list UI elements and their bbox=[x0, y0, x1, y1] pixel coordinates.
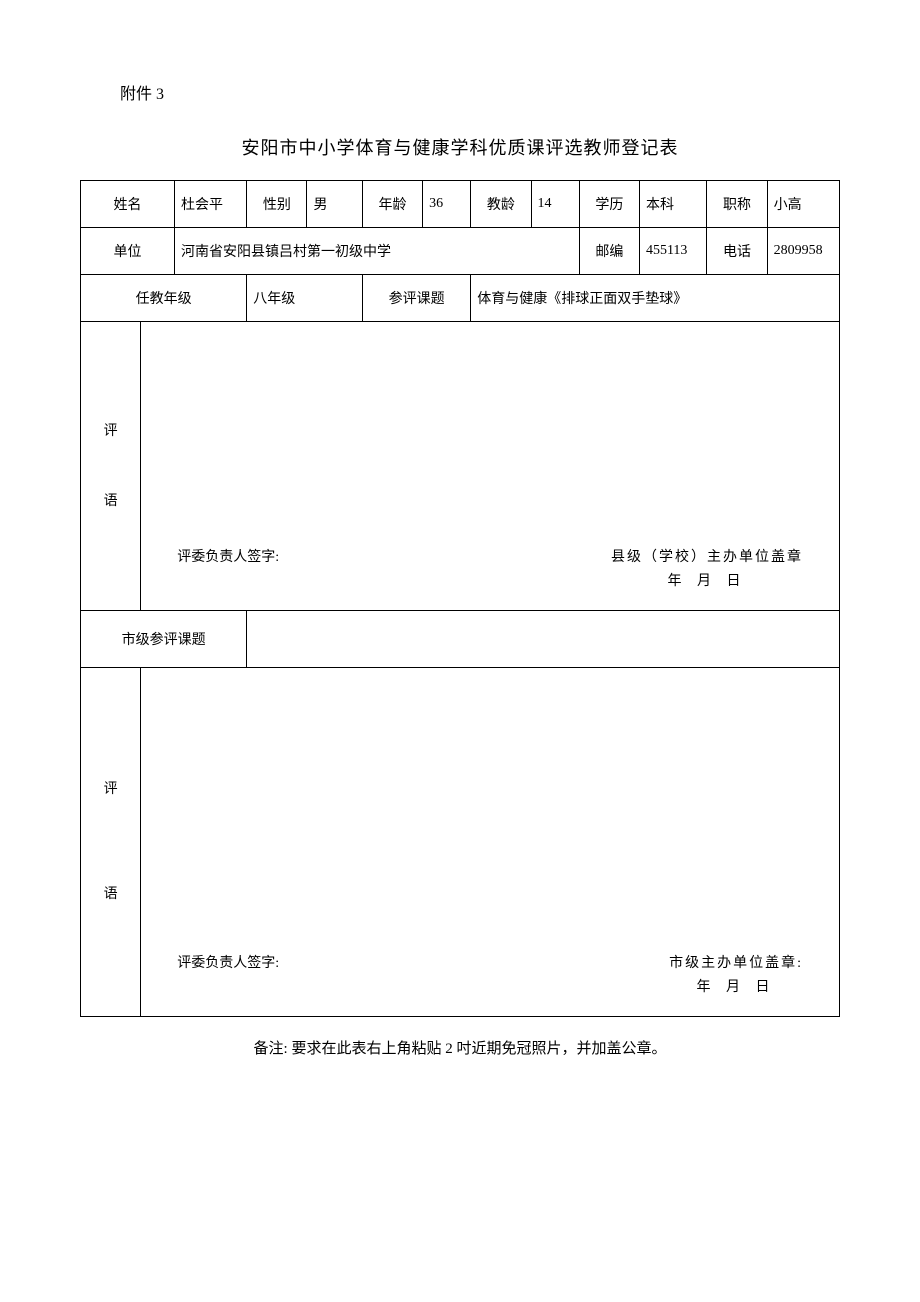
topic-value: 体育与健康《排球正面双手垫球》 bbox=[471, 275, 840, 322]
phone-value: 2809958 bbox=[767, 228, 839, 275]
row-basic-1: 姓名 杜会平 性别 男 年龄 36 教龄 14 学历 本科 职称 小高 bbox=[81, 181, 840, 228]
postcode-value: 455113 bbox=[639, 228, 706, 275]
unit-label: 单位 bbox=[81, 228, 175, 275]
teach-age-value: 14 bbox=[531, 181, 579, 228]
comment2-body: 评委负责人签字: 市级主办单位盖章: 年 月 日 bbox=[141, 668, 840, 1017]
age-value: 36 bbox=[423, 181, 471, 228]
gender-value: 男 bbox=[307, 181, 362, 228]
comment2-label: 评语 bbox=[81, 668, 141, 1017]
row-basic-2: 单位 河南省安阳县镇吕村第一初级中学 邮编 455113 电话 2809958 bbox=[81, 228, 840, 275]
comment2-stamp-label: 市级主办单位盖章: bbox=[669, 956, 803, 971]
comment1-stamp-label: 县级（学校）主办单位盖章 bbox=[611, 550, 803, 565]
city-topic-value bbox=[247, 611, 840, 668]
city-topic-label: 市级参评课题 bbox=[81, 611, 247, 668]
unit-value: 河南省安阳县镇吕村第一初级中学 bbox=[174, 228, 579, 275]
row-basic-3: 任教年级 八年级 参评课题 体育与健康《排球正面双手垫球》 bbox=[81, 275, 840, 322]
age-label: 年龄 bbox=[362, 181, 422, 228]
comment1-sign-label: 评委负责人签字: bbox=[177, 546, 279, 590]
row-comment-1: 评语 评委负责人签字: 县级（学校）主办单位盖章 年 月 日 bbox=[81, 322, 840, 611]
edu-label: 学历 bbox=[579, 181, 639, 228]
grade-label: 任教年级 bbox=[81, 275, 247, 322]
comment2-sign-label: 评委负责人签字: bbox=[177, 952, 279, 996]
phone-label: 电话 bbox=[707, 228, 767, 275]
title-label: 职称 bbox=[707, 181, 767, 228]
page-title: 安阳市中小学体育与健康学科优质课评选教师登记表 bbox=[80, 134, 840, 160]
postcode-label: 邮编 bbox=[579, 228, 639, 275]
gender-label: 性别 bbox=[247, 181, 307, 228]
title-value: 小高 bbox=[767, 181, 839, 228]
edu-value: 本科 bbox=[639, 181, 706, 228]
footer-note: 备注: 要求在此表右上角粘贴 2 吋近期免冠照片，并加盖公章。 bbox=[80, 1037, 840, 1058]
comment1-date: 年 月 日 bbox=[611, 570, 803, 590]
comment2-date: 年 月 日 bbox=[669, 976, 803, 996]
row-comment-2: 评语 评委负责人签字: 市级主办单位盖章: 年 月 日 bbox=[81, 668, 840, 1017]
attachment-label: 附件 3 bbox=[120, 80, 840, 104]
teach-age-label: 教龄 bbox=[471, 181, 531, 228]
comment1-label: 评语 bbox=[81, 322, 141, 611]
comment1-body: 评委负责人签字: 县级（学校）主办单位盖章 年 月 日 bbox=[141, 322, 840, 611]
row-city-topic: 市级参评课题 bbox=[81, 611, 840, 668]
name-value: 杜会平 bbox=[174, 181, 246, 228]
registration-table: 姓名 杜会平 性别 男 年龄 36 教龄 14 学历 本科 职称 小高 单位 河… bbox=[80, 180, 840, 1017]
name-label: 姓名 bbox=[81, 181, 175, 228]
topic-label: 参评课题 bbox=[362, 275, 470, 322]
grade-value: 八年级 bbox=[247, 275, 363, 322]
